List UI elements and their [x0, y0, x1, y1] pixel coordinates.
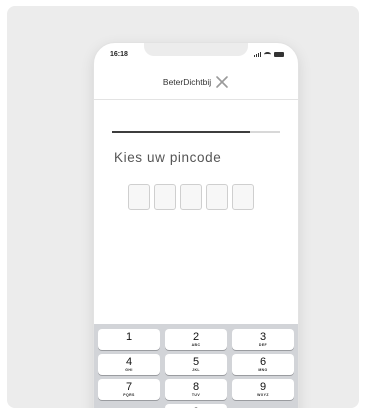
key-0[interactable]: 0	[165, 404, 227, 408]
key-3[interactable]: 3 DEF	[232, 329, 294, 350]
backspace-key[interactable]	[232, 404, 294, 408]
status-icons	[254, 52, 284, 57]
status-time: 16:18	[110, 51, 128, 58]
progress-bar	[112, 131, 280, 133]
pin-digit-box[interactable]	[232, 184, 254, 210]
key-digit: 3	[259, 330, 267, 343]
key-letters: WXYZ	[257, 392, 269, 397]
phone-notch	[144, 43, 248, 56]
key-1[interactable]: 1	[98, 329, 160, 350]
key-digit: 6	[259, 355, 267, 368]
key-digit: 0	[193, 406, 199, 408]
brand-name: BeterDichtbij	[162, 77, 212, 87]
key-letters: PQRS	[123, 392, 135, 397]
key-5[interactable]: 5 JKL	[165, 354, 227, 375]
status-bar: 16:18	[94, 43, 298, 71]
keypad-empty-slot	[98, 404, 160, 408]
pin-title: Kies uw pincode	[114, 150, 222, 165]
battery-icon	[274, 52, 284, 57]
progress-fill	[112, 131, 250, 133]
key-digit: 8	[192, 380, 200, 393]
wifi-icon	[264, 52, 271, 57]
beterdichtbij-logo-icon	[216, 76, 228, 88]
key-letters: TUV	[191, 392, 201, 397]
numeric-keypad: 1 2ABC3DEF4GHI5JKL6MNO7PQRS8TUV9WXYZ0	[94, 324, 298, 408]
signal-icon	[254, 52, 261, 57]
key-digit: 4	[125, 355, 133, 368]
key-digit: 5	[192, 355, 200, 368]
key-6[interactable]: 6 MNO	[232, 354, 294, 375]
app-header: BeterDichtbij	[94, 71, 298, 95]
pin-digit-box[interactable]	[206, 184, 228, 210]
key-letters: ABC	[191, 342, 201, 347]
key-2[interactable]: 2 ABC	[165, 329, 227, 350]
pin-digit-box[interactable]	[180, 184, 202, 210]
pin-input[interactable]	[128, 184, 254, 210]
key-letters: MNO	[258, 367, 268, 372]
header-divider	[94, 99, 298, 100]
key-letters	[128, 344, 129, 348]
phone-frame: 16:18 BeterDichtbij Kies uw pincode 1 2 …	[93, 42, 299, 408]
key-letters: JKL	[192, 367, 200, 372]
key-digit: 7	[125, 380, 133, 393]
key-8[interactable]: 8 TUV	[165, 379, 227, 400]
key-digit: 2	[192, 330, 200, 343]
key-7[interactable]: 7 PQRS	[98, 379, 160, 400]
screenshot-card: 16:18 BeterDichtbij Kies uw pincode 1 2 …	[7, 6, 359, 408]
pin-digit-box[interactable]	[128, 184, 150, 210]
key-letters: DEF	[258, 342, 268, 347]
pin-digit-box[interactable]	[154, 184, 176, 210]
key-9[interactable]: 9 WXYZ	[232, 379, 294, 400]
brand: BeterDichtbij	[163, 75, 229, 89]
key-digit: 1	[125, 330, 133, 343]
key-4[interactable]: 4 GHI	[98, 354, 160, 375]
key-letters: GHI	[125, 367, 133, 372]
key-digit: 9	[259, 380, 267, 393]
